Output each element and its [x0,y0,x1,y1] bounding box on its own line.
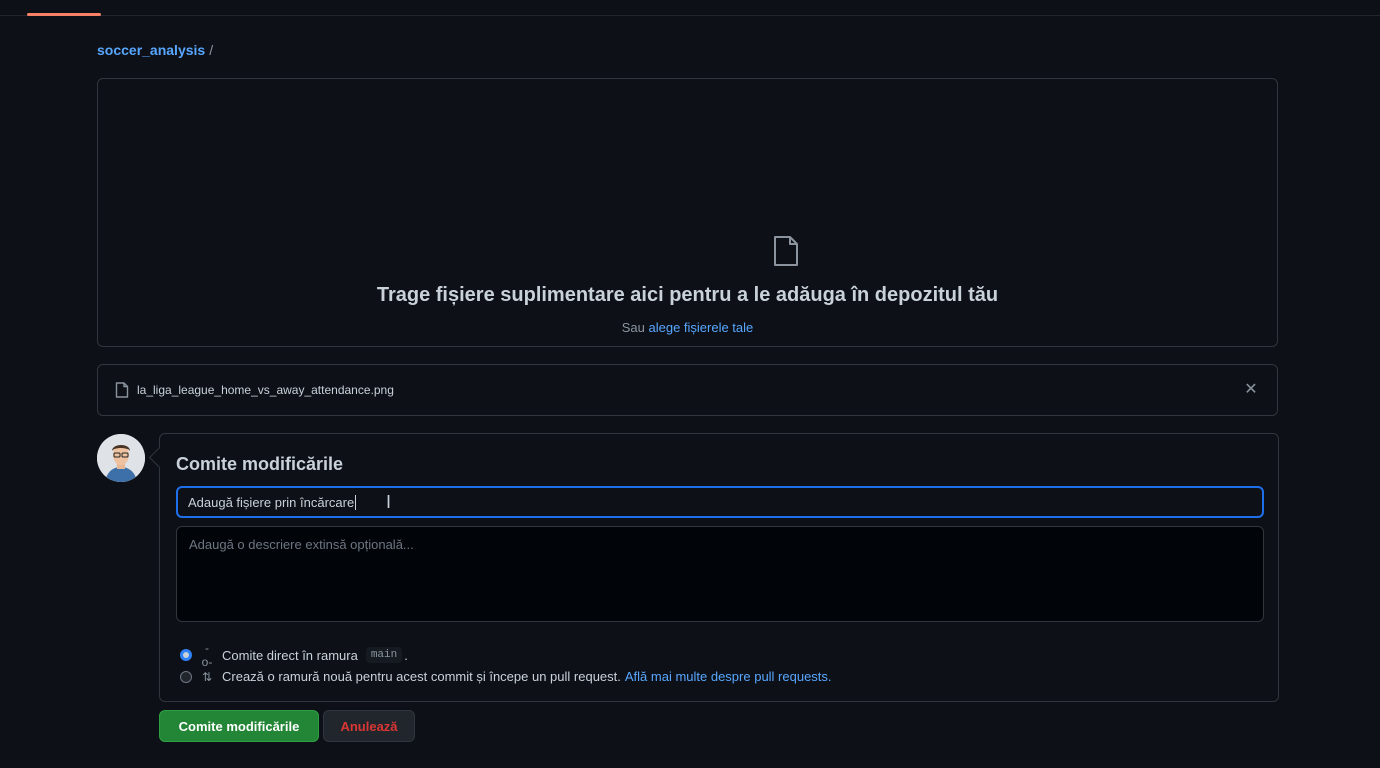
file-dropzone[interactable]: Trage fișiere suplimentare aici pentru a… [97,78,1278,347]
commit-form: Comite modificările Adaugă fișiere prin … [159,433,1279,702]
radio-commit-direct[interactable] [180,649,192,661]
radio-new-branch[interactable] [180,670,192,683]
commit-form-title: Comite modificările [176,454,344,474]
close-icon[interactable]: ✕ [1242,381,1260,399]
dropzone-subtitle: Sau alege fișierele tale [98,320,1277,335]
commit-summary-input[interactable]: Adaugă fișiere prin încărcare [176,486,1264,518]
breadcrumb: soccer_analysis / [97,42,213,58]
commit-description-input[interactable]: Adaugă o descriere extinsă opțională... [176,526,1264,622]
active-tab-indicator [27,13,101,16]
dropzone-sub-prefix: Sau [621,320,645,335]
uploaded-file-row: la_liga_league_home_vs_away_attendance.p… [97,364,1278,416]
choose-files-link[interactable]: alege fișierele tale [648,320,753,335]
git-commit-icon: -o- [201,641,213,669]
breadcrumb-separator: / [209,42,214,58]
branch-name-tag: main [365,647,403,663]
breadcrumb-repo-link[interactable]: soccer_analysis [97,42,205,58]
ibeam-cursor-icon: I [386,492,392,512]
upload-page: soccer_analysis / Trage fișiere suplimen… [0,0,1380,768]
option-new-branch-label: Crează o ramură nouă pentru acest commit… [222,669,621,684]
avatar [97,434,145,482]
option-commit-direct: -o- Comite direct în ramura main . [180,641,408,669]
dropzone-title: Trage fișiere suplimentare aici pentru a… [376,284,999,306]
commit-description-placeholder: Adaugă o descriere extinsă opțională... [189,537,414,552]
uploaded-file-name: la_liga_league_home_vs_away_attendance.p… [137,383,394,397]
learn-pull-requests-link[interactable]: Află mai multe despre pull requests. [625,669,832,684]
git-pull-request-icon: ⇅ [201,669,213,684]
text-caret [355,494,357,510]
commit-summary-value: Adaugă fișiere prin încărcare [188,494,355,510]
file-icon [115,382,129,398]
header-divider [0,15,1380,16]
file-icon [772,235,800,272]
commit-changes-button[interactable]: Comite modificările [159,710,319,742]
cancel-button[interactable]: Anulează [323,710,415,742]
option-commit-direct-suffix: . [404,647,408,663]
option-new-branch: ⇅ Crează o ramură nouă pentru acest comm… [180,669,832,684]
option-commit-direct-label: Comite direct în ramura [222,647,358,663]
